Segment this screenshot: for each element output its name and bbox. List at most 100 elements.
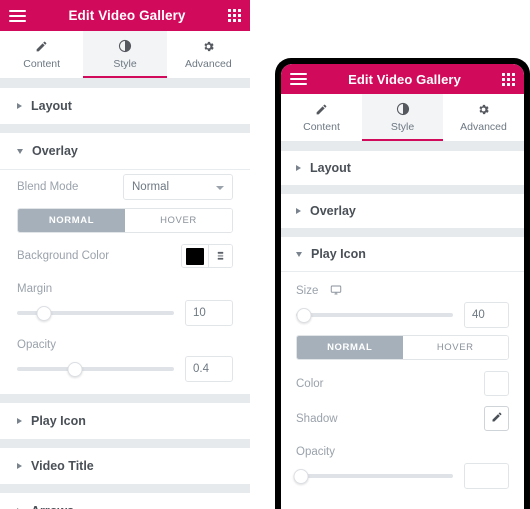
grid-icon[interactable] xyxy=(228,9,241,22)
play-opacity-slider-row xyxy=(293,460,509,492)
gear-icon xyxy=(477,102,490,116)
play-opacity-slider[interactable] xyxy=(293,467,453,485)
section-band xyxy=(0,439,250,448)
margin-slider-row xyxy=(17,297,233,329)
overlay-state-toggle: NORMAL HOVER xyxy=(17,208,233,233)
blend-mode-select[interactable]: Normal xyxy=(123,174,233,200)
left-tab-bar: Content Style Advanced xyxy=(0,31,250,78)
color-palette-icon[interactable] xyxy=(208,245,232,267)
section-band xyxy=(0,394,250,403)
size-slider-row xyxy=(296,299,509,331)
hamburger-icon[interactable] xyxy=(290,73,307,85)
screenshot-stage: Edit Video Gallery Content Style Advance… xyxy=(0,0,530,509)
opacity-group: Opacity xyxy=(17,329,233,385)
section-band xyxy=(0,484,250,493)
section-layout-label: Layout xyxy=(31,99,72,113)
play-icon-state-normal[interactable]: NORMAL xyxy=(297,336,403,359)
section-overlay[interactable]: Overlay xyxy=(281,194,524,228)
play-opacity-label: Opacity xyxy=(296,446,335,458)
section-play-icon[interactable]: Play Icon xyxy=(281,237,524,271)
section-arrows-label: Arrows xyxy=(31,504,74,509)
section-play-icon-label: Play Icon xyxy=(311,247,366,261)
pencil-icon xyxy=(315,102,328,116)
opacity-slider-row xyxy=(17,353,233,385)
right-panel-header: Edit Video Gallery xyxy=(281,64,524,94)
page-title: Edit Video Gallery xyxy=(68,8,186,23)
size-input[interactable] xyxy=(464,302,509,328)
section-band xyxy=(0,124,250,133)
slider-track xyxy=(17,367,174,371)
page-title: Edit Video Gallery xyxy=(348,71,461,87)
chevron-right-icon xyxy=(17,103,22,109)
chevron-right-icon xyxy=(296,165,301,171)
play-icon-state-hover[interactable]: HOVER xyxy=(402,336,508,359)
tab-content-label: Content xyxy=(23,58,61,70)
background-color-row: Background Color xyxy=(17,239,233,273)
color-row: Color xyxy=(296,366,509,401)
left-panel-header: Edit Video Gallery xyxy=(0,0,250,31)
section-overlay[interactable]: Overlay xyxy=(0,133,250,169)
blend-mode-label: Blend Mode xyxy=(17,181,79,193)
gear-icon xyxy=(202,39,215,53)
background-color-control xyxy=(181,244,233,268)
opacity-input[interactable] xyxy=(185,356,233,382)
size-label: Size xyxy=(296,285,319,297)
slider-thumb[interactable] xyxy=(67,361,83,377)
color-label: Color xyxy=(296,377,324,390)
tab-content[interactable]: Content xyxy=(281,94,362,141)
contrast-icon xyxy=(396,102,410,116)
right-editor-panel: Edit Video Gallery Content Style Advance… xyxy=(281,64,524,509)
slider-track xyxy=(296,474,453,478)
section-play-icon-label: Play Icon xyxy=(31,414,86,428)
section-layout[interactable]: Layout xyxy=(0,88,250,124)
left-editor-panel: Edit Video Gallery Content Style Advance… xyxy=(0,0,250,509)
section-play-icon[interactable]: Play Icon xyxy=(0,403,250,439)
color-swatch[interactable] xyxy=(484,371,509,396)
opacity-slider[interactable] xyxy=(17,360,174,378)
hamburger-icon[interactable] xyxy=(9,9,26,22)
tab-advanced[interactable]: Advanced xyxy=(443,94,524,141)
chevron-right-icon xyxy=(296,208,301,214)
slider-thumb[interactable] xyxy=(296,307,312,323)
section-video-title[interactable]: Video Title xyxy=(0,448,250,484)
margin-group: Margin xyxy=(17,273,233,329)
background-color-swatch[interactable] xyxy=(182,245,208,267)
section-overlay-label: Overlay xyxy=(32,144,78,158)
section-arrows[interactable]: Arrows xyxy=(0,493,250,509)
tab-style[interactable]: Style xyxy=(83,31,167,78)
blend-mode-value: Normal xyxy=(132,181,170,193)
size-group: Size xyxy=(296,272,509,331)
slider-thumb[interactable] xyxy=(293,468,309,484)
margin-input[interactable] xyxy=(185,300,233,326)
opacity-label: Opacity xyxy=(17,339,56,351)
shadow-edit-button[interactable] xyxy=(484,406,509,431)
tab-style[interactable]: Style xyxy=(362,94,443,141)
play-icon-controls: Size 40 NORMAL HOVER Color Shadow Opacit… xyxy=(281,272,524,492)
section-band xyxy=(281,185,524,194)
desktop-icon[interactable] xyxy=(330,284,342,296)
background-color-label: Background Color xyxy=(17,250,110,262)
tab-content[interactable]: Content xyxy=(0,31,83,78)
grid-icon[interactable] xyxy=(502,72,515,86)
overlay-state-normal[interactable]: NORMAL xyxy=(18,209,125,232)
chevron-down-icon xyxy=(17,148,23,154)
section-band xyxy=(281,228,524,237)
margin-label: Margin xyxy=(17,283,53,295)
slider-track xyxy=(296,313,453,317)
color-chip xyxy=(186,247,204,265)
device-frame: Edit Video Gallery Content Style Advance… xyxy=(275,58,530,509)
section-overlay-label: Overlay xyxy=(310,204,356,218)
play-opacity-input[interactable] xyxy=(464,463,509,489)
tab-advanced-label: Advanced xyxy=(184,58,232,70)
section-layout[interactable]: Layout xyxy=(281,151,524,185)
margin-slider[interactable] xyxy=(17,304,174,322)
tab-advanced[interactable]: Advanced xyxy=(167,31,250,78)
slider-thumb[interactable] xyxy=(36,305,52,321)
contrast-icon xyxy=(118,39,132,53)
size-slider[interactable] xyxy=(296,306,453,324)
chevron-down-icon xyxy=(296,251,302,257)
pencil-icon xyxy=(491,410,503,428)
tab-content-label: Content xyxy=(303,121,340,133)
overlay-state-hover[interactable]: HOVER xyxy=(125,209,232,232)
blend-mode-row: Blend Mode Normal xyxy=(17,170,233,204)
